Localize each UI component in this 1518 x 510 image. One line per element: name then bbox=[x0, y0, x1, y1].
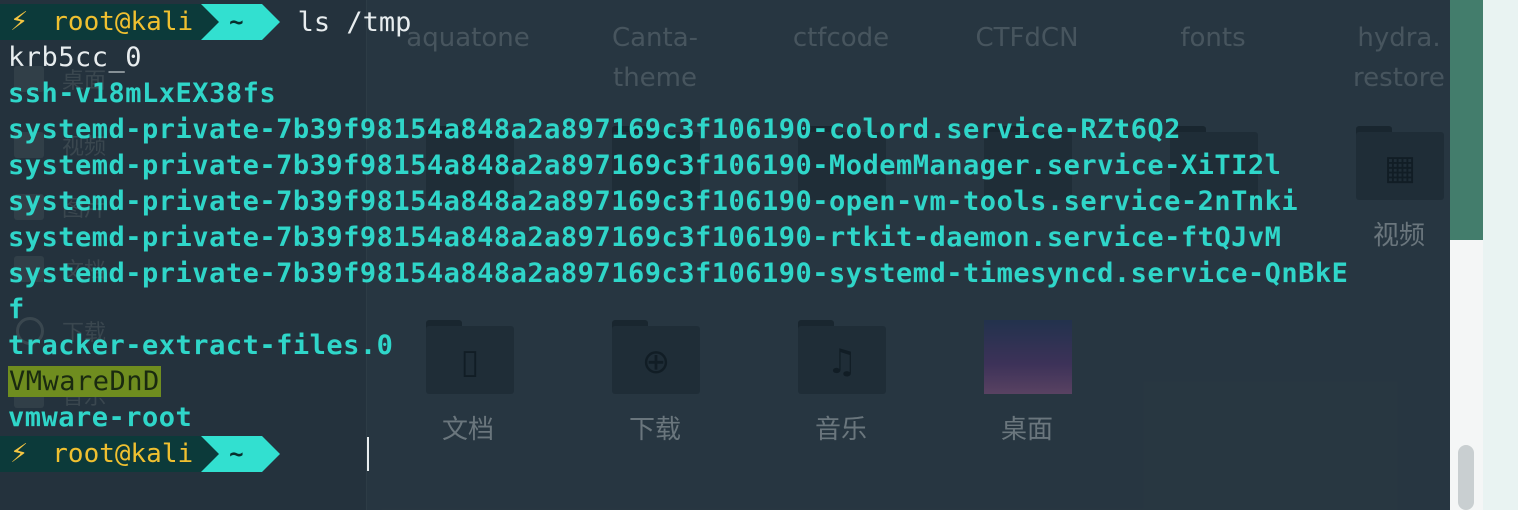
shell-prompt: ⚡ root@kali ~ ls /tmp bbox=[0, 4, 411, 40]
output-line: systemd-private-7b39f98154a848a2a897169c… bbox=[8, 186, 1299, 217]
terminal-command: ls /tmp bbox=[297, 6, 412, 38]
output-line: ssh-v18mLxEX38fs bbox=[8, 78, 277, 109]
prompt-separator-icon bbox=[201, 4, 220, 40]
prompt-user: root@kali bbox=[52, 439, 194, 469]
output-line: krb5cc_0 bbox=[8, 42, 143, 73]
prompt-separator-icon bbox=[261, 436, 280, 472]
scrollbar-thumb[interactable] bbox=[1458, 445, 1474, 510]
prompt-user-segment: ⚡ root@kali bbox=[0, 436, 202, 472]
prompt-directory: ~ bbox=[219, 436, 262, 472]
output-line: f bbox=[8, 294, 25, 325]
prompt-user: root@kali bbox=[52, 7, 194, 37]
prompt-user-segment: ⚡ root@kali bbox=[0, 4, 202, 40]
prompt-separator-icon bbox=[201, 436, 220, 472]
output-line: VMwareDnD bbox=[8, 364, 161, 400]
output-line: systemd-private-7b39f98154a848a2a897169c… bbox=[8, 150, 1282, 181]
bolt-icon: ⚡ bbox=[10, 7, 29, 37]
text-cursor bbox=[367, 437, 369, 471]
prompt-directory: ~ bbox=[219, 4, 262, 40]
output-line: tracker-extract-files.0 bbox=[8, 330, 394, 361]
wallpaper bbox=[1450, 0, 1483, 240]
prompt-separator-icon bbox=[261, 4, 280, 40]
output-line: systemd-private-7b39f98154a848a2a897169c… bbox=[8, 222, 1282, 253]
wallpaper bbox=[1483, 0, 1518, 510]
shell-prompt: ⚡ root@kali ~ bbox=[0, 436, 280, 472]
output-line: vmware-root bbox=[8, 402, 193, 433]
bolt-icon: ⚡ bbox=[10, 439, 29, 469]
output-line: systemd-private-7b39f98154a848a2a897169c… bbox=[8, 114, 1181, 145]
highlighted-entry: VMwareDnD bbox=[8, 366, 161, 397]
output-line: systemd-private-7b39f98154a848a2a897169c… bbox=[8, 258, 1349, 289]
terminal-window[interactable]: ⚡ root@kali ~ ls /tmp krb5cc_0 ssh-v18mL… bbox=[0, 0, 1450, 510]
